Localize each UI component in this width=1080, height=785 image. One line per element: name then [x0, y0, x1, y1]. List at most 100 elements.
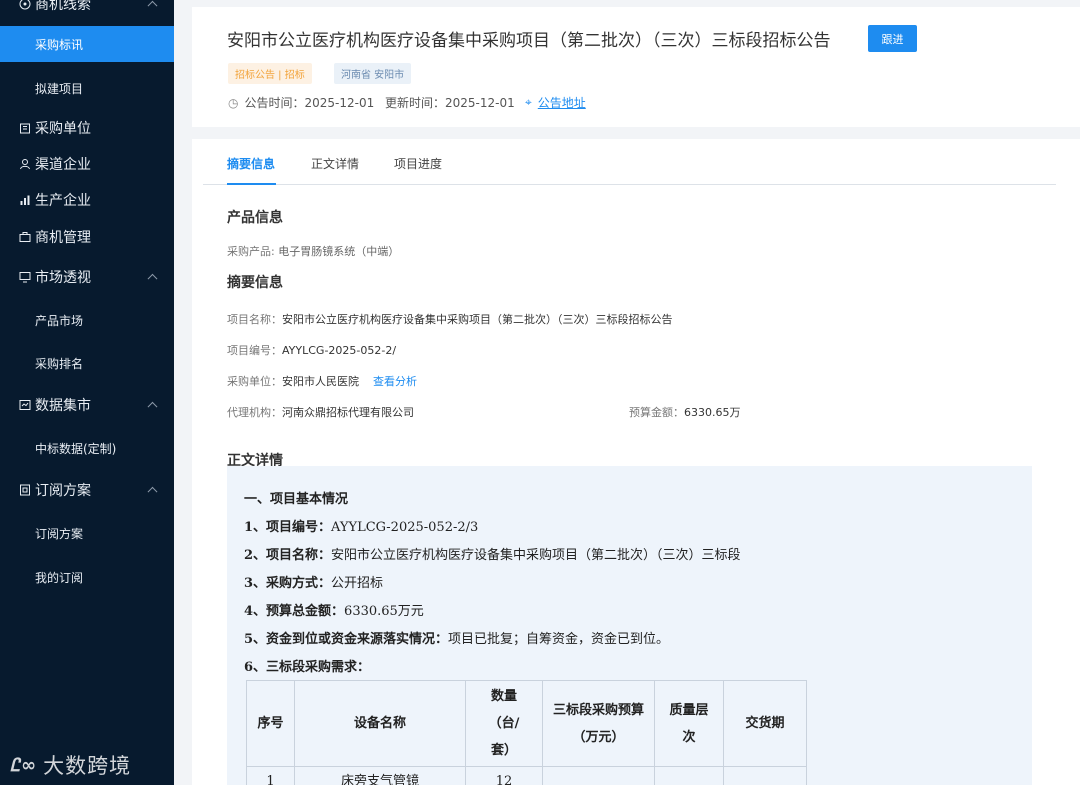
tab-progress[interactable]: 项目进度 — [394, 155, 442, 172]
sidebar-item-opportunity-management[interactable]: 商机管理 — [0, 219, 174, 255]
table-cell — [723, 766, 807, 785]
tab-summary[interactable]: 摘要信息 — [227, 155, 275, 172]
table-cell: 1 — [246, 766, 295, 785]
product-row: 采购产品: 电子胃肠镜系统（中端） — [227, 243, 399, 259]
sidebar-item-label: 产品市场 — [35, 313, 84, 328]
budget-value: 6330.65万 — [684, 406, 741, 419]
table-header-cell: 设备名称 — [294, 680, 466, 767]
publish-time: ◷ 公告时间： 2025-12-01 — [228, 94, 374, 111]
detail-line-requirements: 6、三标段采购需求： — [244, 660, 371, 675]
detail-line-project-name: 2、项目名称：安阳市公立医疗机构医疗设备集中采购项目（第二批次）（三次）三标段 — [244, 548, 741, 563]
sidebar-item-data-market[interactable]: 数据集市 — [0, 387, 174, 423]
sidebar-item-label: 采购排名 — [35, 356, 84, 371]
sidebar-item-label: 我的订阅 — [35, 570, 84, 585]
table-cell: 床旁支气管镜 — [294, 766, 466, 785]
sidebar-item-procurement-notices[interactable]: 采购标讯 — [0, 26, 174, 62]
product-label: 采购产品: — [227, 245, 279, 258]
sidebar-item-label: 数据集市 — [35, 398, 91, 414]
summary-info-title: 摘要信息 — [227, 275, 283, 291]
table-cell: 12 — [465, 766, 543, 785]
sidebar-item-label: 生产企业 — [35, 193, 91, 209]
chevron-up-icon — [147, 401, 158, 412]
bar-chart-icon — [18, 194, 31, 207]
sidebar-item-subscription-plans[interactable]: 订阅方案 — [0, 472, 174, 508]
table-cell — [654, 766, 724, 785]
sidebar-item-opportunity-leads[interactable]: 商机线索 — [0, 0, 174, 22]
sidebar-item-manufacturers[interactable]: 生产企业 — [0, 182, 174, 218]
watermark-logo: Ꮭ∞ — [10, 754, 38, 776]
database-icon — [18, 399, 31, 412]
agency-row: 代理机构：河南众鼎招标代理有限公司 — [227, 404, 414, 420]
detail-line-total-budget: 4、预算总金额：6330.65万元 — [244, 604, 424, 619]
project-name-value: 安阳市公立医疗机构医疗设备集中采购项目（第二批次）（三次）三标段招标公告 — [282, 313, 673, 326]
follow-button[interactable]: 跟进 — [868, 25, 917, 52]
agency-value: 河南众鼎招标代理有限公司 — [282, 406, 414, 419]
tab-full-text[interactable]: 正文详情 — [311, 155, 359, 172]
building-icon — [18, 122, 31, 135]
sidebar-item-market-insight[interactable]: 市场透视 — [0, 259, 174, 295]
chevron-up-icon — [147, 486, 158, 497]
project-name-row: 项目名称：安阳市公立医疗机构医疗设备集中采购项目（第二批次）（三次）三标段招标公… — [227, 311, 673, 327]
product-value: 电子胃肠镜系统（中端） — [278, 245, 400, 258]
view-analysis-link[interactable]: 查看分析 — [373, 375, 417, 388]
table-header-cell: 交货期 — [723, 680, 807, 767]
agency-label: 代理机构： — [227, 406, 282, 419]
sidebar-item-procurement-ranking[interactable]: 采购排名 — [0, 345, 174, 381]
sidebar-item-label: 采购标讯 — [35, 37, 84, 52]
clock-icon: ◷ — [228, 95, 239, 110]
sidebar-item-label: 拟建项目 — [35, 81, 84, 96]
chevron-up-icon — [147, 273, 158, 284]
target-icon — [18, 0, 31, 11]
requirements-table: 序号 设备名称 数量（台/套） 三标段采购预算（万元） 质量层次 交货期 1 床… — [246, 680, 807, 785]
watermark-text: 大数跨境 — [43, 754, 132, 778]
update-time-label: 更新时间： — [385, 96, 446, 110]
monitor-icon — [18, 271, 31, 284]
buyer-value: 安阳市人民医院 — [282, 375, 359, 388]
table-header-cell: 三标段采购预算（万元） — [542, 680, 655, 767]
sidebar-item-label: 市场透视 — [35, 270, 91, 286]
sidebar-item-label: 渠道企业 — [35, 157, 91, 173]
notice-content-card: 摘要信息 正文详情 项目进度 产品信息 采购产品: 电子胃肠镜系统（中端） 摘要… — [192, 139, 1080, 785]
notice-address-link[interactable]: 公告地址 — [538, 94, 586, 111]
sidebar-item-label: 商机线索 — [35, 0, 91, 13]
table-header-cell: 质量层次 — [654, 680, 724, 767]
table-header-cell: 序号 — [246, 680, 295, 767]
sidebar-item-label: 订阅方案 — [35, 483, 91, 499]
document-icon — [18, 484, 31, 497]
sidebar-item-label: 商机管理 — [35, 230, 91, 246]
sidebar-item-product-market[interactable]: 产品市场 — [0, 302, 174, 338]
chevron-up-icon — [147, 0, 158, 11]
sidebar-item-label: 中标数据(定制) — [35, 441, 117, 456]
notice-header-card: 安阳市公立医疗机构医疗设备集中采购项目（第二批次）（三次）三标段招标公告 跟进 … — [192, 7, 1080, 127]
table-header-cell: 数量（台/套） — [465, 680, 543, 767]
active-tab-indicator — [227, 183, 276, 185]
sidebar: 商机线索 采购标讯 拟建项目 采购单位 渠道企业 生产企业 商机管理 市场透视 … — [0, 0, 174, 785]
notice-address: ⌖ 公告地址 — [525, 94, 586, 111]
sidebar-item-purchasing-units[interactable]: 采购单位 — [0, 110, 174, 146]
detail-line-procurement-method: 3、采购方式：公开招标 — [244, 576, 384, 591]
user-icon — [18, 158, 31, 171]
sidebar-item-winning-bid-data[interactable]: 中标数据(定制) — [0, 430, 174, 466]
publish-time-label: 公告时间： — [244, 96, 305, 110]
sidebar-item-label: 订阅方案 — [35, 526, 84, 541]
detail-line-funding: 5、资金到位或资金来源落实情况：项目已批复；自筹资金，资金已到位。 — [244, 632, 670, 647]
sidebar-item-channel-companies[interactable]: 渠道企业 — [0, 146, 174, 182]
product-info-title: 产品信息 — [227, 210, 283, 226]
budget-label: 预算金额： — [629, 406, 684, 419]
budget-row: 预算金额：6330.65万 — [629, 404, 741, 420]
detail-heading: 一、项目基本情况 — [244, 492, 349, 507]
sidebar-item-label: 采购单位 — [35, 121, 91, 137]
briefcase-icon — [18, 231, 31, 244]
buyer-row: 采购单位：安阳市人民医院 查看分析 — [227, 373, 417, 389]
project-number-value: AYYLCG-2025-052-2/ — [282, 344, 397, 357]
sidebar-item-my-subscriptions[interactable]: 我的订阅 — [0, 559, 174, 595]
sidebar-item-proposed-projects[interactable]: 拟建项目 — [0, 70, 174, 106]
location-pin-icon: ⌖ — [525, 95, 532, 109]
notice-type-badge: 招标公告 | 招标 — [228, 63, 312, 84]
tab-bar: 摘要信息 正文详情 项目进度 — [203, 139, 1056, 185]
watermark: Ꮭ∞ 大数跨境 — [10, 750, 131, 780]
sidebar-item-subscription-plan[interactable]: 订阅方案 — [0, 515, 174, 551]
update-time: 更新时间： 2025-12-01 — [385, 94, 515, 111]
publish-time-value: 2025-12-01 — [304, 95, 375, 110]
project-number-label: 项目编号： — [227, 344, 282, 357]
